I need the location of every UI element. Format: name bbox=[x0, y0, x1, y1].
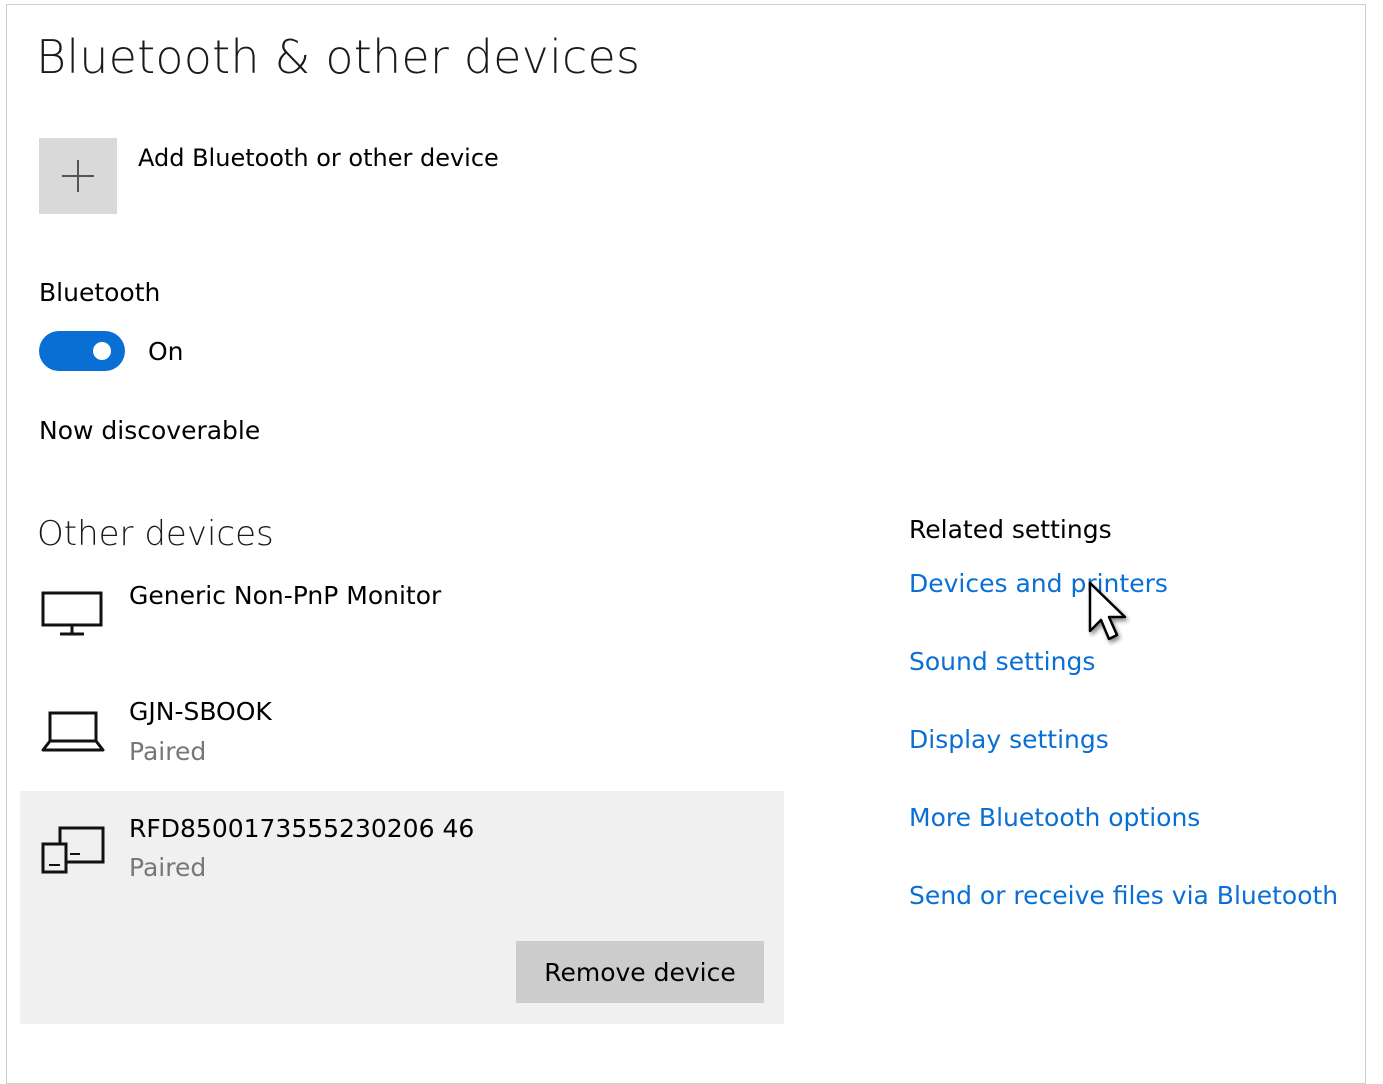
link-sound-settings[interactable]: Sound settings bbox=[909, 647, 1095, 676]
device-item-laptop[interactable]: GJN-SBOOK Paired bbox=[20, 688, 784, 788]
device-status: Paired bbox=[129, 737, 207, 766]
remove-device-button[interactable]: Remove device bbox=[516, 941, 764, 1003]
device-item-monitor[interactable]: Generic Non-PnP Monitor bbox=[20, 572, 784, 672]
mouse-pointer-icon bbox=[1088, 581, 1127, 641]
link-send-receive-files[interactable]: Send or receive files via Bluetooth bbox=[909, 881, 1338, 910]
plus-icon bbox=[62, 160, 94, 192]
discoverable-status: Now discoverable bbox=[39, 416, 261, 445]
related-settings-title: Related settings bbox=[909, 515, 1112, 544]
device-item-rfd[interactable]: RFD8500173555230206 46 Paired Remove dev… bbox=[20, 791, 784, 1024]
other-devices-title: Other devices bbox=[37, 514, 274, 554]
bluetooth-label: Bluetooth bbox=[39, 278, 161, 307]
bluetooth-toggle[interactable] bbox=[39, 331, 125, 371]
device-name: RFD8500173555230206 46 bbox=[129, 814, 475, 843]
toggle-state-label: On bbox=[148, 336, 184, 366]
monitor-icon bbox=[41, 591, 103, 636]
device-name: Generic Non-PnP Monitor bbox=[129, 581, 442, 610]
page-title: Bluetooth & other devices bbox=[36, 30, 641, 84]
related-settings: Related settings Devices and printers So… bbox=[909, 515, 1338, 910]
add-device-button[interactable]: Add Bluetooth or other device bbox=[39, 138, 499, 214]
laptop-icon bbox=[41, 711, 105, 752]
add-tile[interactable] bbox=[39, 138, 117, 214]
toggle-knob bbox=[93, 342, 111, 360]
link-display-settings[interactable]: Display settings bbox=[909, 725, 1109, 754]
bluetooth-toggle-row: On bbox=[39, 331, 184, 371]
link-more-bluetooth-options[interactable]: More Bluetooth options bbox=[909, 803, 1200, 832]
add-device-label: Add Bluetooth or other device bbox=[138, 144, 499, 172]
device-name: GJN-SBOOK bbox=[129, 697, 272, 726]
device-icon bbox=[41, 826, 105, 874]
device-status: Paired bbox=[129, 853, 207, 882]
